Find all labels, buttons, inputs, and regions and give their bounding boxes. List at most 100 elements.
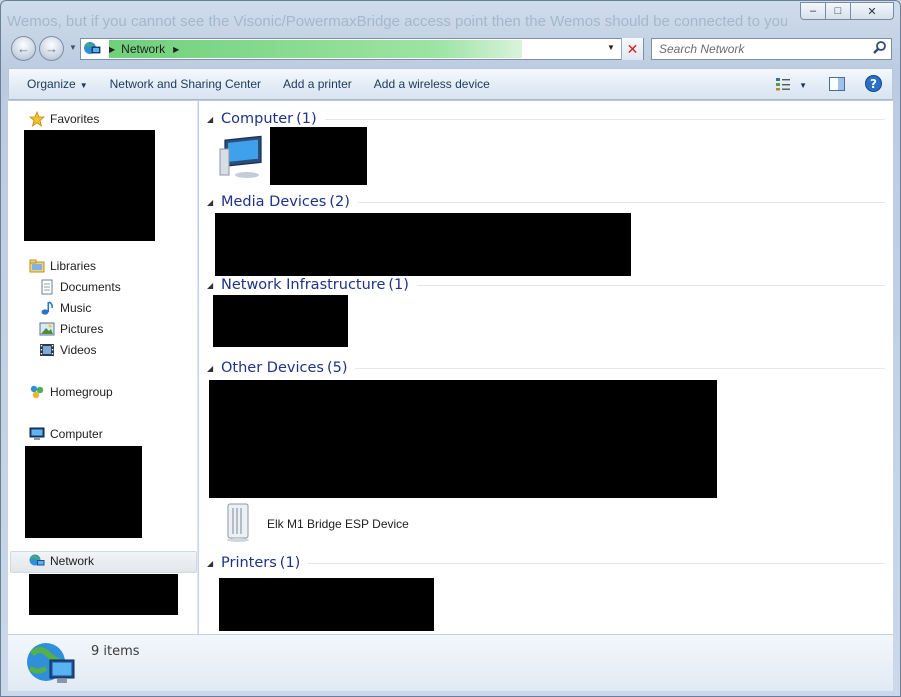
breadcrumb-separator-icon[interactable]: ▶ <box>173 45 179 54</box>
computer-icon <box>217 135 265 184</box>
nav-libraries[interactable]: Libraries <box>28 258 96 274</box>
preview-pane-icon <box>829 76 845 94</box>
collapse-triangle-icon[interactable]: ◢ <box>207 281 221 290</box>
maximize-button[interactable]: □ <box>825 2 851 20</box>
item-count: 9 items <box>91 644 140 659</box>
chevron-down-icon[interactable]: ▼ <box>799 81 807 90</box>
nav-network[interactable]: Network <box>28 553 94 569</box>
navigation-pane: Favorites Libraries Documents Music Pict… <box>8 101 198 634</box>
nav-favorites-label: Favorites <box>50 112 100 126</box>
network-icon <box>28 553 46 569</box>
document-icon <box>38 279 56 295</box>
breadcrumb-network[interactable]: Network <box>121 42 165 56</box>
nav-videos[interactable]: Videos <box>38 342 96 358</box>
film-icon <box>38 342 56 358</box>
minimize-button[interactable]: – <box>800 2 826 20</box>
nav-homegroup[interactable]: Homegroup <box>28 384 113 400</box>
nav-pictures-label: Pictures <box>60 322 104 336</box>
redacted-other-devices <box>209 380 717 498</box>
redacted-computer-drives <box>25 446 142 538</box>
help-button[interactable]: ? <box>865 75 882 95</box>
organize-button[interactable]: Organize ▼ <box>22 74 93 94</box>
list-item[interactable] <box>217 135 265 184</box>
search-box[interactable]: Search Network <box>651 38 892 60</box>
libraries-icon <box>28 258 46 274</box>
group-count: (5) <box>326 360 348 376</box>
address-breadcrumb: ▶ Network ▶ <box>83 40 179 58</box>
music-note-icon <box>38 300 56 316</box>
list-item-elk-device[interactable]: Elk M1 Bridge ESP Device <box>223 501 409 546</box>
group-header-printers[interactable]: ◢ Printers (1) <box>207 553 885 573</box>
group-header-other-devices[interactable]: ◢ Other Devices (5) <box>207 358 885 378</box>
nav-documents[interactable]: Documents <box>38 279 121 295</box>
nav-music-label: Music <box>60 301 92 315</box>
group-title: Other Devices <box>221 360 324 376</box>
star-icon <box>28 111 46 127</box>
collapse-triangle-icon[interactable]: ◢ <box>207 115 221 124</box>
address-dropdown-icon[interactable]: ▼ <box>607 43 615 52</box>
group-divider <box>357 201 885 203</box>
add-wireless-device-button[interactable]: Add a wireless device <box>369 74 495 94</box>
forward-button[interactable]: → <box>39 36 64 61</box>
group-count: (1) <box>296 111 317 127</box>
group-header-network-infrastructure[interactable]: ◢ Network Infrastructure (1) <box>207 275 885 295</box>
network-large-icon <box>24 638 76 691</box>
group-divider <box>416 284 885 286</box>
group-header-computer[interactable]: ◢ Computer (1) <box>207 109 885 129</box>
view-icon <box>775 77 791 94</box>
computer-icon <box>28 426 46 442</box>
group-count: (1) <box>279 555 301 571</box>
network-icon <box>83 40 101 59</box>
elk-device-label: Elk M1 Bridge ESP Device <box>267 516 409 531</box>
nav-computer[interactable]: Computer <box>28 426 103 442</box>
back-arrow-icon: ← <box>17 41 30 56</box>
close-button[interactable]: ✕ <box>850 2 894 20</box>
nav-documents-label: Documents <box>60 280 121 294</box>
breadcrumb-separator-icon[interactable]: ▶ <box>109 45 115 54</box>
nav-pictures[interactable]: Pictures <box>38 321 103 337</box>
recent-pages-dropdown[interactable]: ▼ <box>69 43 77 52</box>
collapse-triangle-icon[interactable]: ◢ <box>207 364 221 373</box>
homegroup-icon <box>28 384 46 400</box>
nav-libraries-label: Libraries <box>50 259 97 273</box>
stop-icon[interactable]: ✕ <box>621 38 643 60</box>
group-header-media-devices[interactable]: ◢ Media Devices (2) <box>207 192 885 212</box>
search-icon[interactable] <box>872 40 888 59</box>
redacted-network-infrastructure <box>213 295 348 347</box>
group-title: Printers <box>221 555 277 571</box>
redacted-computer-name <box>270 127 367 185</box>
nav-network-label: Network <box>50 554 95 568</box>
back-button[interactable]: ← <box>11 36 36 61</box>
search-input[interactable]: Search Network <box>659 42 744 56</box>
redacted-media-devices <box>215 213 631 276</box>
group-title: Network Infrastructure <box>221 277 386 293</box>
content-pane: ◢ Computer(1) ◢ Media Devices(2) ◢ Net <box>199 101 893 634</box>
nav-homegroup-label: Homegroup <box>50 385 113 399</box>
svg-text:?: ? <box>870 77 877 91</box>
group-count: (1) <box>388 277 409 293</box>
group-divider <box>355 367 885 369</box>
preview-pane-button[interactable] <box>829 76 845 94</box>
view-controls: ▼ ? <box>763 75 882 95</box>
group-count: (2) <box>329 194 350 210</box>
nav-computer-label: Computer <box>50 427 103 441</box>
background-window-text: Wemos, but if you cannot see the Visonic… <box>7 13 787 30</box>
nav-music[interactable]: Music <box>38 300 91 316</box>
add-printer-button[interactable]: Add a printer <box>278 74 357 94</box>
network-sharing-center-button[interactable]: Network and Sharing Center <box>105 74 266 94</box>
device-icon <box>223 501 253 546</box>
details-pane: 9 items <box>8 634 893 691</box>
nav-videos-label: Videos <box>60 343 97 357</box>
group-title: Media Devices <box>221 194 327 210</box>
change-view-button[interactable]: ▼ <box>775 77 807 94</box>
nav-favorites[interactable]: Favorites <box>28 111 99 127</box>
collapse-triangle-icon[interactable]: ◢ <box>207 198 221 207</box>
address-bar[interactable]: ▶ Network ▶ ▼ ✕ <box>80 38 644 60</box>
explorer-window: Wemos, but if you cannot see the Visonic… <box>0 0 901 697</box>
help-icon: ? <box>865 75 882 95</box>
chevron-down-icon: ▼ <box>79 81 88 90</box>
redacted-favorites <box>24 130 155 241</box>
collapse-triangle-icon[interactable]: ◢ <box>207 559 221 568</box>
group-divider <box>324 118 885 120</box>
command-bar: Organize ▼ Network and Sharing Center Add… <box>8 68 893 100</box>
